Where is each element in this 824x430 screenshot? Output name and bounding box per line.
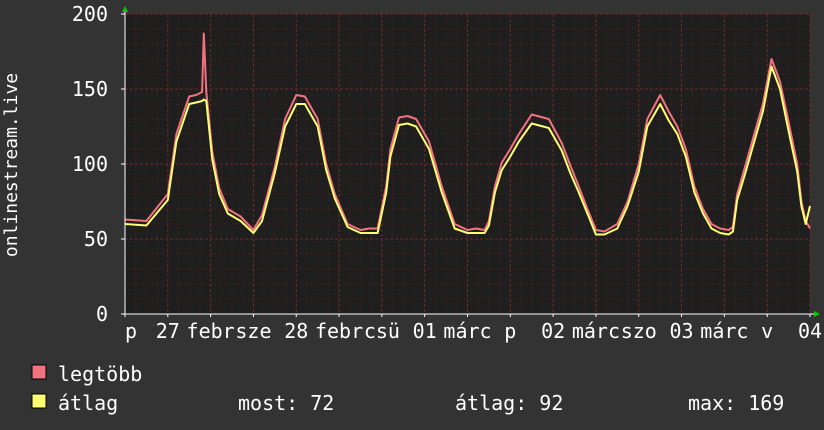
- legend-swatch-avg: [31, 393, 47, 409]
- x-tick-label: v: [761, 319, 773, 343]
- x-tick-label: márc: [572, 319, 620, 343]
- x-tick-label: 28: [284, 319, 308, 343]
- legend-swatch-max: [31, 364, 47, 380]
- y-axis-arrow: [122, 6, 128, 12]
- y-tick-label: 50: [84, 227, 108, 251]
- grid: [124, 13, 811, 315]
- x-tick-label: márc: [443, 319, 491, 343]
- x-tick-label: febr: [315, 319, 363, 343]
- y-tick-labels: 0 50 100 150 200: [72, 2, 108, 326]
- x-tick-label: 02: [541, 319, 565, 343]
- x-tick-label: 03: [670, 319, 694, 343]
- x-tick-label: csü: [364, 319, 400, 343]
- x-tick-label: 27: [156, 319, 180, 343]
- x-tick-label: sze: [235, 319, 271, 343]
- legend-label-avg: átlag: [58, 391, 118, 415]
- x-tick-labels: p 27 febr sze 28 febr csü 01 márc p 02 márc szo 03 már…: [125, 319, 822, 343]
- legend-label-max: legtöbb: [58, 362, 142, 386]
- stat-maximum: max: 169: [688, 391, 784, 415]
- x-tick-label: p: [125, 319, 137, 343]
- x-tick-label: febr: [187, 319, 235, 343]
- x-tick-label: szo: [621, 319, 657, 343]
- chart: 050100150200 p 27 febr sze 28 febr csü 01 márc p 0…: [1, 2, 822, 415]
- y-tick-label: 150: [72, 77, 108, 101]
- y-tick-label: 0: [96, 302, 108, 326]
- x-tick-label: márc: [700, 319, 748, 343]
- stat-average: átlag: 92: [455, 391, 563, 415]
- y-tick-label: 100: [72, 152, 108, 176]
- y-axis-label: onlinestream.live: [1, 73, 22, 257]
- x-tick-label: p: [504, 319, 516, 343]
- y-tick-label: 200: [72, 2, 108, 26]
- stat-current: most: 72: [238, 391, 334, 415]
- x-tick-label: 04: [798, 319, 822, 343]
- x-tick-label: 01: [413, 319, 437, 343]
- x-axis-arrow: [814, 311, 820, 317]
